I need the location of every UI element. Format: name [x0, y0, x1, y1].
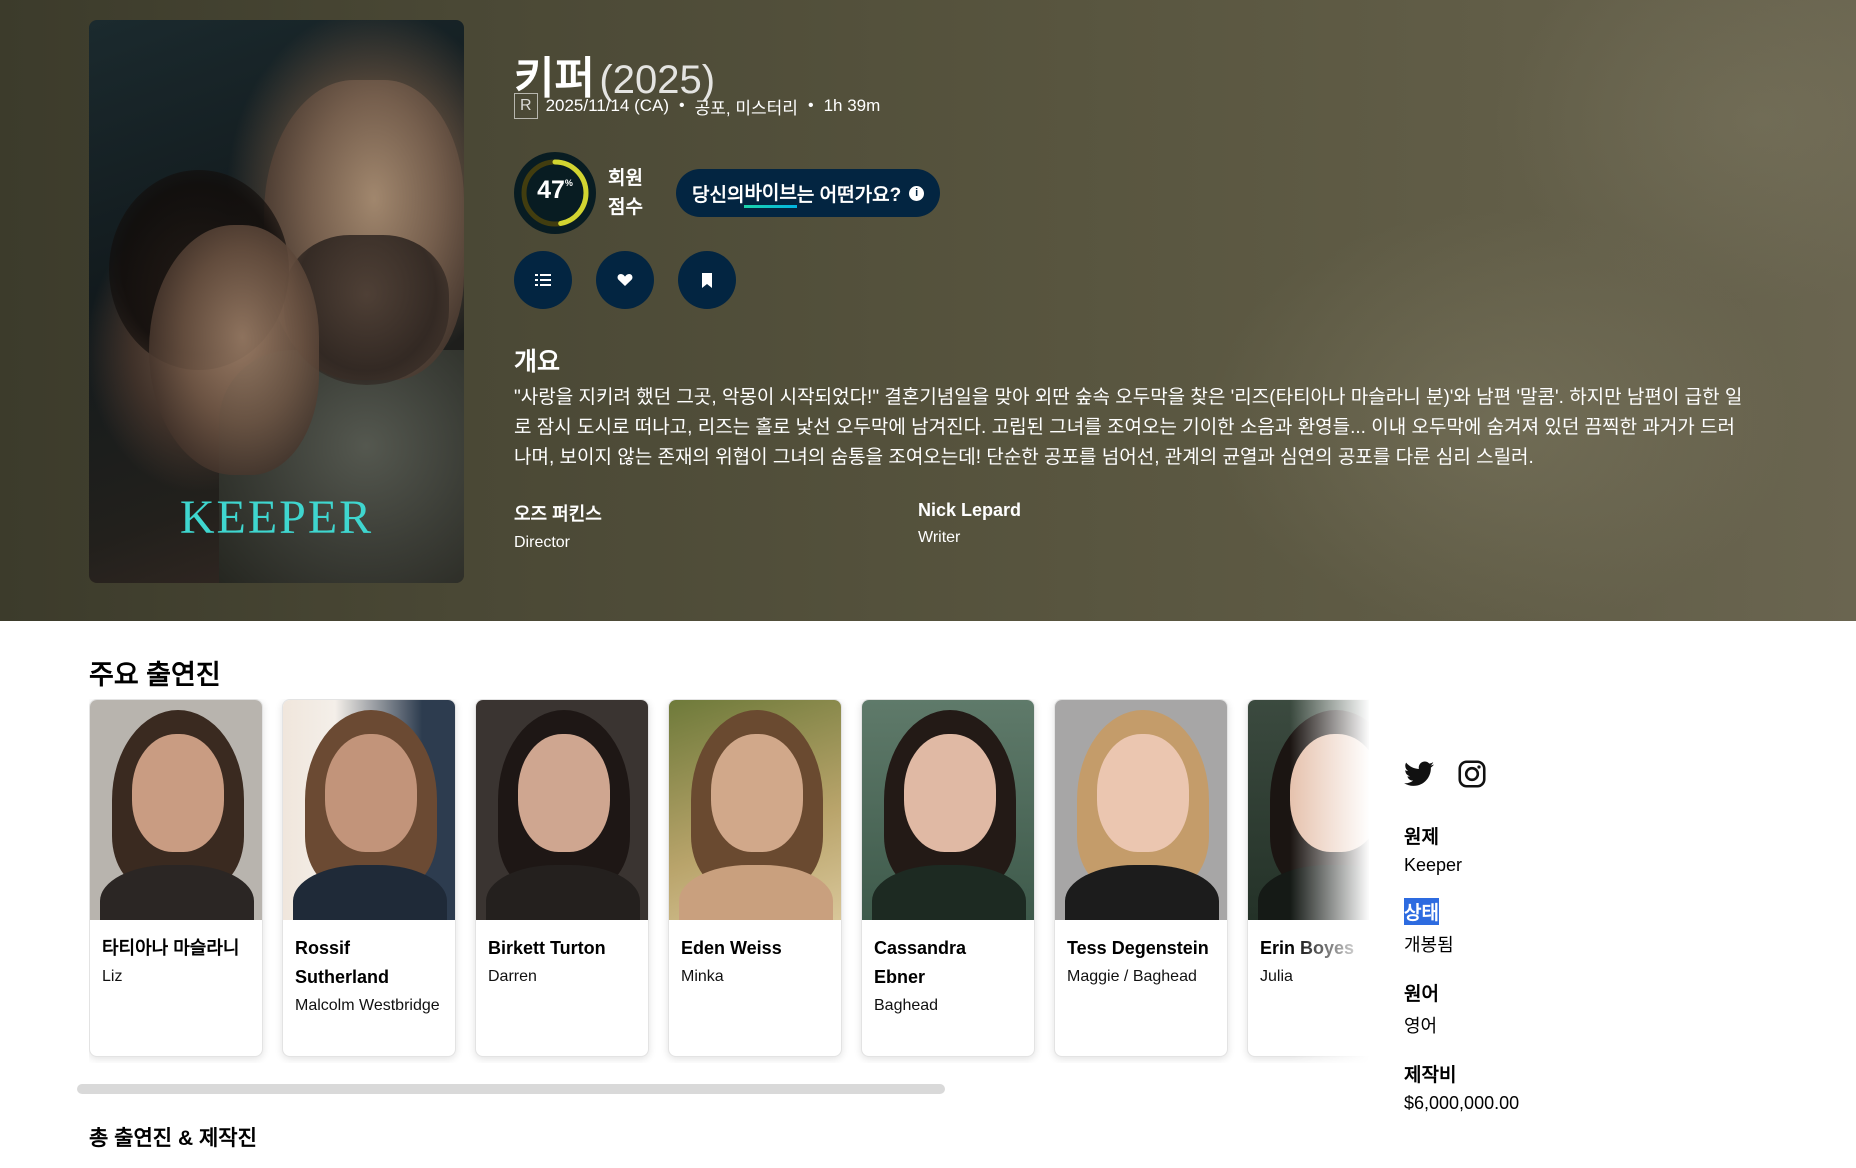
facts-sidebar: 원제 Keeper 상태 개봉됨 원어 영어 제작비 $6,000,000.00 — [1404, 760, 1519, 1136]
cast-role: Malcolm Westbridge — [295, 997, 440, 1014]
cast-name[interactable]: Eden Weiss — [669, 920, 841, 963]
cast-scroller[interactable]: 타티아나 마슬라니 Liz Rossif Sutherland Malcolm … — [89, 699, 1369, 1063]
cast-card[interactable]: Eden Weiss Minka — [668, 699, 842, 1057]
social-links — [1404, 760, 1519, 788]
cast-card[interactable]: Birkett Turton Darren — [475, 699, 649, 1057]
fact-status: 상태 개봉됨 — [1404, 898, 1519, 957]
runtime: 1h 39m — [823, 96, 881, 115]
cast-card[interactable]: Rossif Sutherland Malcolm Westbridge — [282, 699, 456, 1057]
info-icon: i — [909, 185, 925, 201]
cast-name[interactable]: Birkett Turton — [476, 920, 648, 963]
cast-photo — [283, 700, 455, 920]
crew-name[interactable]: 오즈 퍼킨스 — [514, 500, 602, 526]
facts-list: 원제 Keeper 상태 개봉됨 원어 영어 제작비 $6,000,000.00 — [1404, 822, 1519, 1114]
movie-facts: R 2025/11/14 (CA) • 공포, 미스터리 • 1h 39m — [514, 93, 880, 119]
poster-logo: KEEPER — [179, 491, 374, 544]
certification-badge: R — [514, 93, 538, 119]
crew-member: 오즈 퍼킨스 Director — [514, 500, 602, 552]
cast-photo — [90, 700, 262, 920]
cast-name[interactable]: Tess Degenstein — [1055, 920, 1227, 963]
list-icon — [535, 274, 551, 286]
overview-text: "사랑을 지키려 했던 그곳, 악몽이 시작되었다!" 결혼기념일을 맞아 외딴… — [514, 387, 1743, 468]
score-row: 47% 회원 점수 당신의 바이브 는 어떤가요? i — [514, 152, 941, 234]
fact-original-title: 원제 Keeper — [1404, 822, 1519, 876]
fact-value: 개봉됨 — [1404, 935, 1454, 955]
twitter-icon[interactable] — [1404, 761, 1434, 787]
user-score-value: 47% — [537, 176, 573, 204]
cast-heading: 주요 출연진 — [89, 660, 221, 690]
separator-dot: • — [679, 97, 685, 114]
overview-heading: 개요 — [514, 348, 561, 376]
fact-original-language: 원어 영어 — [1404, 979, 1519, 1038]
poster-figure — [149, 225, 319, 475]
fact-label: 제작비 — [1404, 1065, 1457, 1086]
favorite-button[interactable] — [596, 251, 654, 309]
cast-role: Minka — [681, 968, 724, 985]
cast-card[interactable]: Tess Degenstein Maggie / Baghead — [1054, 699, 1228, 1057]
user-score-chart[interactable]: 47% — [514, 152, 596, 234]
action-buttons — [514, 251, 736, 309]
fact-value: 영어 — [1404, 1016, 1438, 1036]
fact-value: Keeper — [1404, 855, 1463, 875]
heart-icon — [617, 274, 633, 286]
movie-header: KEEPER 키퍼 (2025) R 2025/11/14 (CA) • 공포,… — [0, 0, 1856, 621]
fact-label: 원제 — [1404, 827, 1439, 848]
cast-card[interactable]: Cassandra Ebner Baghead — [861, 699, 1035, 1057]
instagram-icon[interactable] — [1458, 760, 1486, 788]
cast-name[interactable]: 타티아나 마슬라니 — [90, 920, 262, 963]
fact-label: 상태 — [1404, 898, 1439, 925]
separator-dot: • — [807, 97, 814, 114]
movie-poster[interactable]: KEEPER — [89, 20, 464, 583]
cast-photo — [669, 700, 841, 920]
crew-role: Writer — [918, 529, 961, 546]
cast-scrollbar[interactable] — [77, 1084, 945, 1094]
cast-role: Liz — [102, 968, 123, 985]
cast-photo — [862, 700, 1034, 920]
full-cast-crew-link[interactable]: 총 출연진 & 제작진 — [89, 1122, 257, 1152]
release-date: 2025/11/14 (CA) — [545, 96, 670, 115]
bookmark-icon — [702, 272, 712, 288]
watchlist-button[interactable] — [678, 251, 736, 309]
add-to-list-button[interactable] — [514, 251, 572, 309]
fact-value: $6,000,000.00 — [1404, 1093, 1520, 1113]
cast-card[interactable]: 타티아나 마슬라니 Liz — [89, 699, 263, 1057]
vibe-button[interactable]: 당신의 바이브 는 어떤가요? i — [676, 169, 941, 217]
cast-role: Darren — [488, 968, 537, 985]
crew-member: Nick Lepard Writer — [918, 500, 1021, 547]
cast-photo — [476, 700, 648, 920]
fact-budget: 제작비 $6,000,000.00 — [1404, 1060, 1519, 1114]
user-score-label: 회원 점수 — [608, 168, 643, 218]
genres[interactable]: 공포, 미스터리 — [695, 94, 798, 119]
cast-name[interactable]: Rossif Sutherland — [283, 920, 455, 992]
cast-photo — [1055, 700, 1227, 920]
cast-name[interactable]: Cassandra Ebner — [862, 920, 1034, 992]
cast-role: Maggie / Baghead — [1067, 968, 1197, 985]
crew-role: Director — [514, 534, 571, 551]
cast-role: Baghead — [874, 997, 939, 1014]
crew-name[interactable]: Nick Lepard — [918, 500, 1021, 521]
fact-label: 원어 — [1404, 984, 1439, 1005]
scroll-fade — [1290, 699, 1370, 1063]
